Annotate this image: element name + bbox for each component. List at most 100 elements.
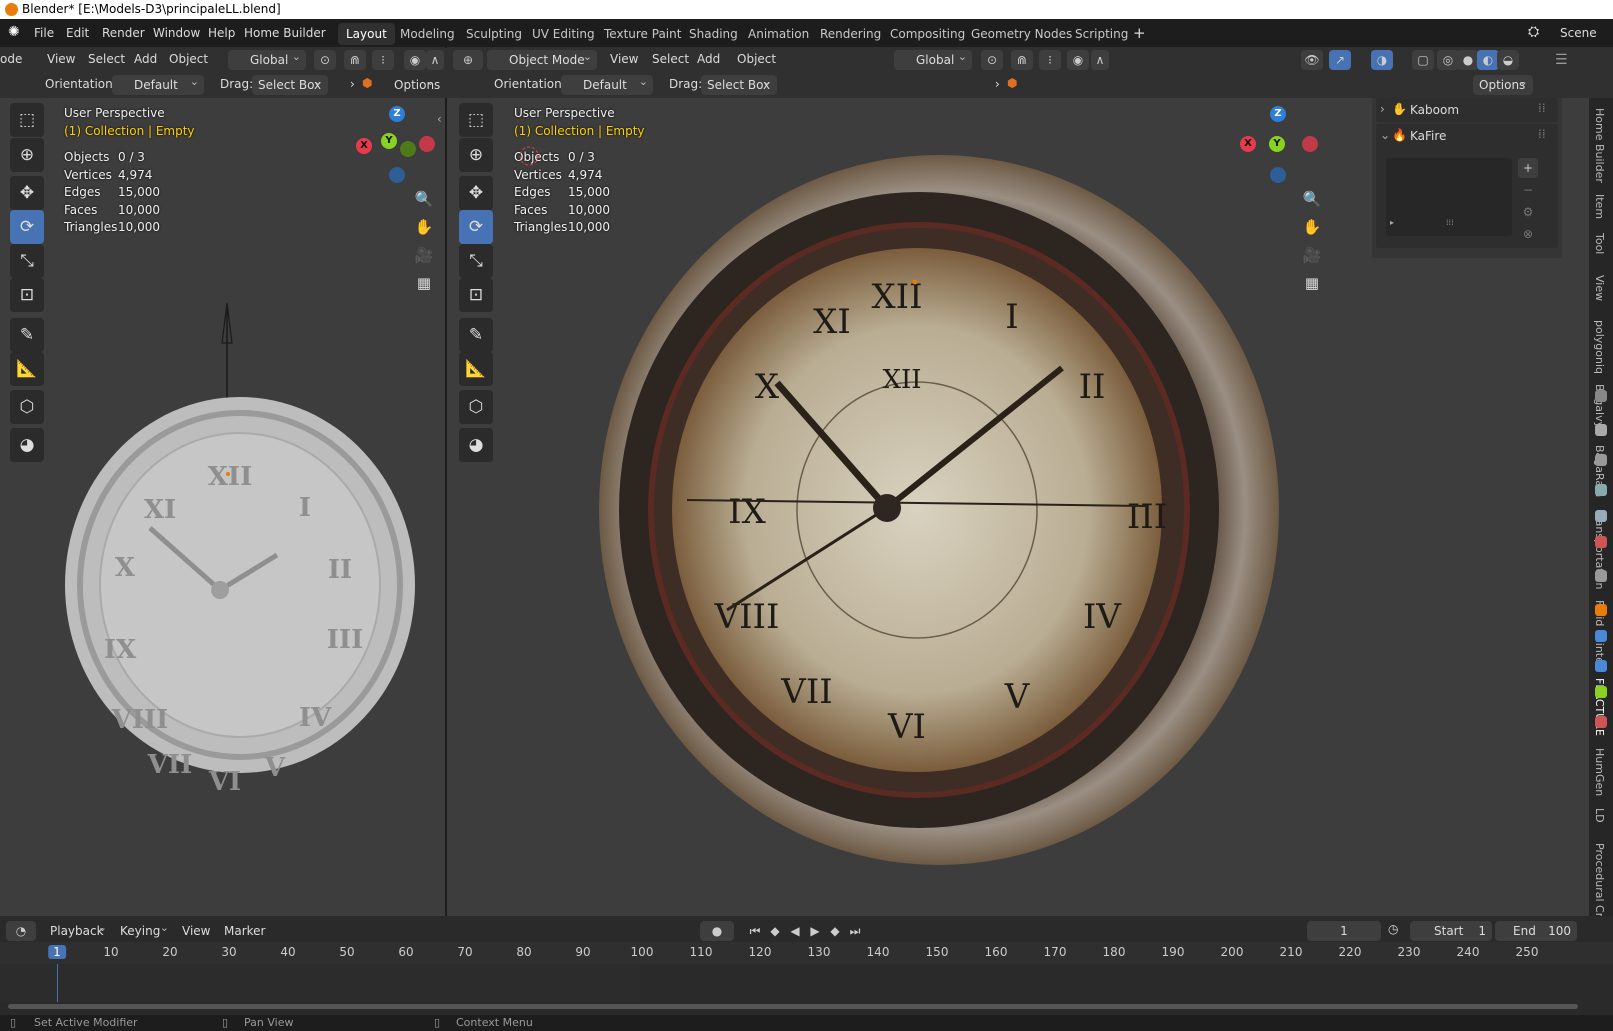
kaboom-panel[interactable]: › ✋ Kaboom ⁞⁞ (1376, 98, 1558, 122)
falloff-icon[interactable]: ∧ (1091, 50, 1109, 70)
expand-chevron-icon[interactable]: › (1380, 102, 1385, 116)
frame-tick[interactable]: 180 (1103, 945, 1126, 959)
object-props-icon[interactable] (1595, 604, 1607, 616)
gizmo-x-icon[interactable]: X (1240, 136, 1256, 152)
current-frame-tick[interactable]: 1 (48, 945, 66, 959)
frame-tick[interactable]: 140 (867, 945, 890, 959)
add-workspace-icon[interactable]: + (1133, 24, 1146, 42)
left-orientation-dropdown[interactable]: Default (112, 72, 204, 95)
tab-compositing[interactable]: Compositing (882, 23, 973, 45)
list-expand-icon[interactable]: ▸ (1390, 218, 1394, 227)
play-reverse-icon[interactable]: ◀ (784, 921, 806, 941)
properties-editor-icon[interactable]: ☰ (1555, 52, 1568, 68)
frame-tick[interactable]: 130 (808, 945, 831, 959)
left-menu-object[interactable]: Object (169, 52, 208, 66)
frame-tick[interactable]: 160 (985, 945, 1008, 959)
menu-add[interactable]: Add (697, 52, 720, 66)
keying-menu[interactable]: Keying (114, 918, 174, 941)
menu-object[interactable]: Object (737, 52, 776, 66)
tab-ld[interactable]: LD (1593, 808, 1606, 823)
left-drag-dropdown[interactable]: Select Box (252, 72, 328, 95)
rendered-shading-icon[interactable]: ◒ (1497, 50, 1519, 70)
left-collapse-icon[interactable]: ‹ (437, 112, 442, 126)
frame-tick[interactable]: 110 (690, 945, 713, 959)
ortho-grid-icon[interactable]: ▦ (1299, 270, 1325, 296)
list-settings-icon[interactable]: ⚙ (1518, 202, 1538, 222)
current-frame-field[interactable]: 1 (1307, 921, 1381, 941)
tab-rendering[interactable]: Rendering (812, 23, 889, 45)
overlays-toggle-icon[interactable]: ◑ (1371, 50, 1393, 70)
frame-tick[interactable]: 120 (749, 945, 772, 959)
snap-icon[interactable]: ⋒ (1011, 50, 1033, 70)
frame-tick[interactable]: 70 (457, 945, 472, 959)
tab-scripting[interactable]: Scripting (1067, 23, 1136, 45)
left-falloff-icon[interactable]: ∧ (426, 50, 444, 70)
drag-handle-icon[interactable]: ⁞⁞ (1538, 127, 1546, 141)
timeline-marker-menu[interactable]: Marker (224, 924, 265, 938)
list-resize-icon[interactable]: ⁞⁞⁞ (1446, 218, 1454, 227)
jump-end-icon[interactable]: ⏭ (844, 921, 866, 941)
tab-geometry-nodes[interactable]: Geometry Nodes (963, 23, 1080, 45)
timeline-view-menu[interactable]: View (182, 924, 210, 938)
frame-tick[interactable]: 10 (103, 945, 118, 959)
tab-animation[interactable]: Animation (740, 23, 817, 45)
gizmo-toggle-icon[interactable]: ↗ (1329, 50, 1351, 70)
menu-render[interactable]: Render (102, 26, 145, 40)
gizmo-neg-z-icon[interactable] (1270, 167, 1286, 183)
kafire-list[interactable]: ▸ ⁞⁞⁞ (1386, 158, 1512, 236)
left-menu-view[interactable]: View (47, 52, 75, 66)
frame-tick[interactable]: 170 (1044, 945, 1067, 959)
playhead-line[interactable] (57, 964, 58, 1002)
zoom-icon[interactable]: 🔍 (1299, 186, 1325, 212)
world-props-icon[interactable] (1595, 536, 1607, 548)
expand-icon[interactable]: › (995, 77, 1000, 91)
menu-window[interactable]: Window (153, 26, 200, 40)
playback-menu[interactable]: Playback (44, 918, 112, 941)
tab-tool[interactable]: Tool (1593, 233, 1606, 254)
collection-props-icon[interactable] (1595, 570, 1607, 582)
right-viewport[interactable]: User Perspective (1) Collection | Empty … (447, 98, 1589, 916)
scene-name[interactable]: Scene (1560, 26, 1597, 40)
tab-uv-editing[interactable]: UV Editing (524, 23, 603, 45)
wireframe-shading-icon[interactable]: ◎ (1437, 50, 1459, 70)
tab-home-builder[interactable]: Home Builder (1593, 108, 1606, 183)
left-viewport[interactable]: User Perspective (1) Collection | Empty … (0, 98, 445, 916)
material-shading-icon[interactable]: ◐ (1477, 50, 1499, 70)
pan-hand-icon[interactable]: ✋ (1299, 214, 1325, 240)
jump-start-icon[interactable]: ⏮ (744, 921, 766, 941)
frame-tick[interactable]: 200 (1221, 945, 1244, 959)
output-props-icon[interactable] (1595, 454, 1607, 466)
left-menu-add[interactable]: Add (134, 52, 157, 66)
view-layer-props-icon[interactable] (1595, 484, 1607, 496)
frame-tick[interactable]: 50 (339, 945, 354, 959)
frame-ruler[interactable] (0, 942, 1613, 964)
tab-procedural[interactable]: Procedural Cro (1593, 843, 1606, 924)
snap-target-icon[interactable]: ⁝ (1039, 50, 1061, 70)
visibility-icon[interactable]: 👁 (1301, 50, 1323, 70)
editor-type-icon[interactable]: ⊕ (453, 50, 483, 70)
frame-tick[interactable]: 40 (280, 945, 295, 959)
texture-props-icon[interactable] (1595, 716, 1607, 728)
collapse-chevron-icon[interactable]: ⌄ (1380, 128, 1390, 142)
frame-tick[interactable]: 230 (1398, 945, 1421, 959)
gizmo-neg-x-icon[interactable] (1302, 136, 1318, 152)
timeline-scrollbar[interactable] (8, 1004, 1578, 1009)
frame-tick[interactable]: 190 (1162, 945, 1185, 959)
play-icon[interactable]: ▶ (804, 921, 826, 941)
left-options-button[interactable]: Options (388, 72, 440, 95)
pivot-point-icon[interactable]: ⊙ (981, 50, 1003, 70)
record-keyframe-icon[interactable]: ● (700, 921, 734, 941)
menu-file[interactable]: File (34, 26, 54, 40)
orientation-dropdown[interactable]: Default (561, 72, 653, 95)
start-frame-field[interactable]: Start 1 (1410, 921, 1492, 941)
next-keyframe-icon[interactable]: ◆ (824, 921, 846, 941)
frame-tick[interactable]: 60 (398, 945, 413, 959)
solid-shading-icon[interactable]: ● (1457, 50, 1479, 70)
tab-sculpting[interactable]: Sculpting (458, 23, 530, 45)
tab-item[interactable]: Item (1593, 194, 1606, 219)
options-button[interactable]: Options (1473, 72, 1533, 95)
frame-tick[interactable]: 250 (1516, 945, 1539, 959)
end-frame-field[interactable]: End 100 (1495, 921, 1577, 941)
left-transform-orientation[interactable]: Global (228, 47, 306, 70)
gizmo-y-icon[interactable]: Y (1269, 136, 1285, 152)
